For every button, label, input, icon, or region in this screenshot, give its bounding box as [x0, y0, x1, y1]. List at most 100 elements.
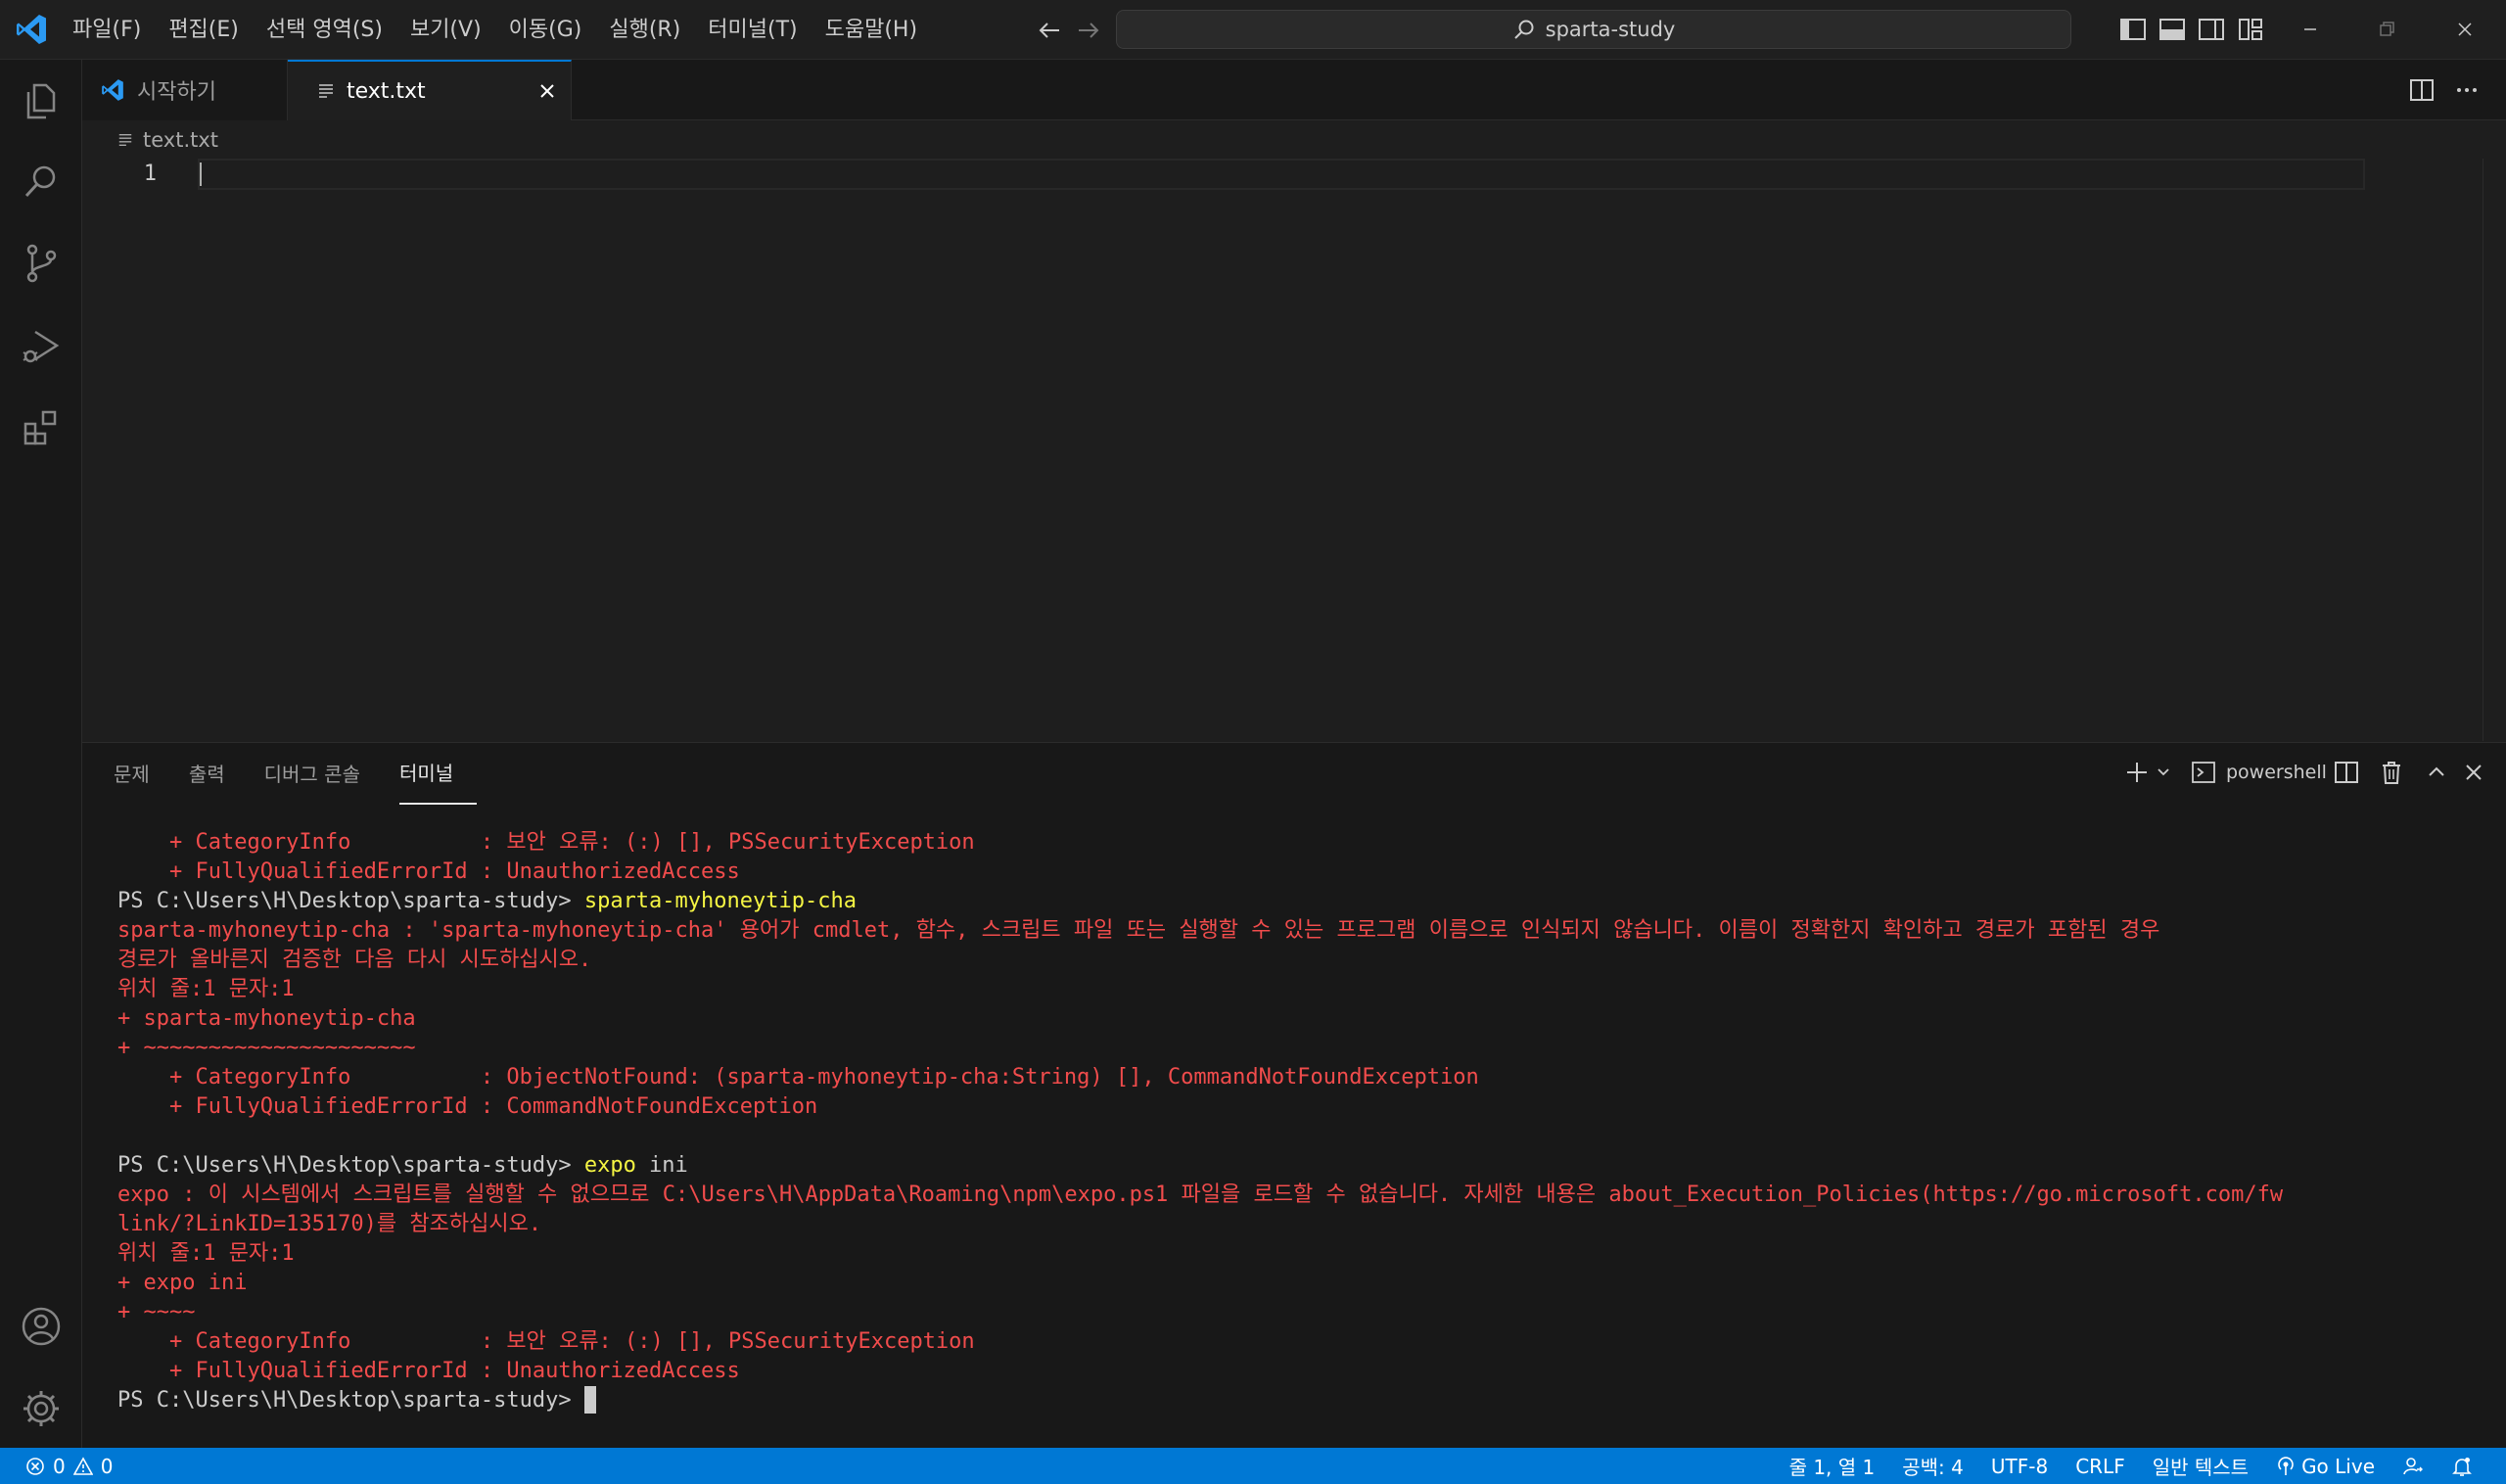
command-center-label: sparta-study [1545, 18, 1676, 41]
text-file-icon [317, 82, 335, 100]
terminal-error-text: + CategoryInfo : ObjectNotFound: (sparta… [117, 1065, 1479, 1090]
terminal-line: + sparta-myhoneytip-cha [117, 1004, 2486, 1034]
editor-current-line[interactable] [198, 159, 2365, 190]
language-mode[interactable]: 일반 텍스트 [2139, 1452, 2262, 1480]
search-icon [1512, 18, 1536, 41]
toggle-secondary-sidebar-icon[interactable] [2197, 15, 2226, 44]
terminal-prompt: PS C:\Users\H\Desktop\sparta-study> [117, 889, 584, 913]
terminal-profile-selector[interactable]: powershell [2191, 758, 2327, 787]
go-live-button[interactable]: Go Live [2262, 1455, 2389, 1478]
split-terminal-icon[interactable] [2332, 758, 2361, 787]
close-tab-icon[interactable] [534, 77, 561, 105]
arrow-left-icon[interactable] [1034, 15, 1065, 46]
terminal-prompt: PS C:\Users\H\Desktop\sparta-study> [117, 1153, 584, 1178]
breadcrumb-file[interactable]: text.txt [143, 128, 218, 152]
terminal-line: + expo ini [117, 1269, 2486, 1298]
tab-problems[interactable]: 문제 [114, 745, 173, 804]
terminal-error-text: 위치 줄:1 문자:1 [117, 977, 295, 1001]
terminal-error-text: + FullyQualifiedErrorId : CommandNotFoun… [117, 1094, 818, 1119]
menu-file[interactable]: 파일(F) [59, 0, 155, 60]
terminal-icon [2191, 760, 2216, 785]
search-icon[interactable] [18, 158, 65, 205]
tab-label: text.txt [347, 78, 426, 104]
terminal-error-text: + ~~~~~~~~~~~~~~~~~~~~~ [117, 1036, 416, 1060]
terminal-line: + FullyQualifiedErrorId : CommandNotFoun… [117, 1092, 2486, 1122]
menu-selection[interactable]: 선택 영역(S) [253, 0, 396, 60]
indentation[interactable]: 공백: 4 [1888, 1452, 1977, 1480]
more-actions-icon[interactable] [2451, 74, 2483, 106]
chevron-down-icon[interactable] [2154, 758, 2173, 787]
terminal-line: + CategoryInfo : 보안 오류: (:) [], PSSecuri… [117, 1327, 2486, 1357]
status-problems[interactable]: 0 0 [25, 1448, 113, 1484]
error-icon [25, 1457, 45, 1476]
menu-go[interactable]: 이동(G) [495, 0, 596, 60]
new-terminal-icon[interactable] [2122, 758, 2152, 787]
terminal-error-text: + expo ini [117, 1271, 248, 1295]
terminal-line: + CategoryInfo : ObjectNotFound: (sparta… [117, 1063, 2486, 1092]
explorer-icon[interactable] [18, 77, 65, 124]
tab-debug-console[interactable]: 디버그 콘솔 [264, 745, 384, 804]
menu-run[interactable]: 실행(R) [595, 0, 694, 60]
terminal-error-text: + ~~~~ [117, 1300, 196, 1324]
end-of-line[interactable]: CRLF [2062, 1455, 2139, 1478]
warning-icon [72, 1456, 93, 1476]
status-bar: 0 0 줄 1, 열 1 공백: 4 UTF-8 CRLF 일반 텍스트 Go … [0, 1448, 2506, 1484]
command-center-search[interactable]: sparta-study [1116, 10, 2071, 49]
tab-text-txt[interactable]: text.txt [288, 60, 572, 120]
toggle-primary-sidebar-icon[interactable] [2118, 15, 2148, 44]
encoding[interactable]: UTF-8 [1977, 1455, 2062, 1478]
title-bar: 파일(F) 편집(E) 선택 영역(S) 보기(V) 이동(G) 실행(R) 터… [0, 0, 2506, 60]
editor-tab-bar: 시작하기 text.txt [82, 60, 2506, 120]
go-live-label: Go Live [2301, 1454, 2375, 1478]
broadcast-icon [2276, 1456, 2296, 1476]
customize-layout-icon[interactable] [2236, 15, 2265, 44]
menu-edit[interactable]: 편집(E) [155, 0, 253, 60]
account-icon[interactable] [18, 1303, 65, 1350]
notifications-bell-icon[interactable] [2437, 1456, 2486, 1477]
terminal-line: PS C:\Users\H\Desktop\sparta-study> spar… [117, 887, 2486, 916]
terminal-error-text: sparta-myhoneytip-cha : 'sparta-myhoneyt… [117, 918, 2160, 943]
maximize-panel-icon[interactable] [2422, 758, 2451, 787]
editor-cursor [200, 162, 202, 186]
close-window-icon[interactable] [2447, 12, 2483, 47]
close-panel-icon[interactable] [2459, 758, 2488, 787]
split-editor-icon[interactable] [2406, 74, 2437, 106]
arrow-right-icon[interactable] [1073, 15, 1104, 46]
extensions-icon[interactable] [18, 404, 65, 451]
trash-icon[interactable] [2377, 758, 2406, 787]
text-file-icon [117, 132, 133, 148]
terminal-line: + FullyQualifiedErrorId : UnauthorizedAc… [117, 858, 2486, 887]
terminal-error-text: + FullyQualifiedErrorId : UnauthorizedAc… [117, 859, 740, 884]
menu-view[interactable]: 보기(V) [396, 0, 495, 60]
accounts-icon[interactable] [2389, 1456, 2437, 1477]
settings-gear-icon[interactable] [18, 1385, 65, 1432]
terminal-error-text: expo : 이 시스템에서 스크립트를 실행할 수 없으므로 C:\Users… [117, 1183, 2284, 1207]
vscode-logo-icon [14, 12, 49, 47]
source-control-icon[interactable] [18, 240, 65, 287]
restore-icon[interactable] [2369, 12, 2404, 47]
minimize-icon[interactable] [2293, 12, 2328, 47]
terminal-prompt: PS C:\Users\H\Desktop\sparta-study> [117, 1388, 584, 1413]
menu-bar: 파일(F) 편집(E) 선택 영역(S) 보기(V) 이동(G) 실행(R) 터… [59, 0, 931, 60]
terminal-error-text: + FullyQualifiedErrorId : UnauthorizedAc… [117, 1359, 740, 1383]
tab-welcome[interactable]: 시작하기 [82, 60, 288, 120]
run-debug-icon[interactable] [18, 322, 65, 369]
tab-output[interactable]: 출력 [189, 745, 249, 804]
terminal-line: sparta-myhoneytip-cha : 'sparta-myhoneyt… [117, 916, 2486, 946]
menu-terminal[interactable]: 터미널(T) [694, 0, 811, 60]
terminal-output[interactable]: + CategoryInfo : 보안 오류: (:) [], PSSecuri… [117, 828, 2486, 1415]
terminal-line: PS C:\Users\H\Desktop\sparta-study> [117, 1386, 2486, 1415]
terminal-line: 경로가 올바른지 검증한 다음 다시 시도하십시오. [117, 946, 2486, 975]
terminal-line: link/?LinkID=135170)를 참조하십시오. [117, 1210, 2486, 1239]
terminal-error-text: 위치 줄:1 문자:1 [117, 1241, 295, 1266]
tab-terminal[interactable]: 터미널 [398, 744, 478, 805]
cursor-position[interactable]: 줄 1, 열 1 [1776, 1452, 1889, 1480]
terminal-command: sparta-myhoneytip-cha [583, 889, 857, 913]
terminal-profile-label: powershell [2226, 762, 2327, 783]
breadcrumb[interactable]: text.txt [117, 123, 218, 157]
terminal-line: 위치 줄:1 문자:1 [117, 1239, 2486, 1269]
toggle-panel-icon[interactable] [2158, 15, 2187, 44]
menu-help[interactable]: 도움말(H) [812, 0, 931, 60]
terminal-line: + FullyQualifiedErrorId : UnauthorizedAc… [117, 1357, 2486, 1386]
